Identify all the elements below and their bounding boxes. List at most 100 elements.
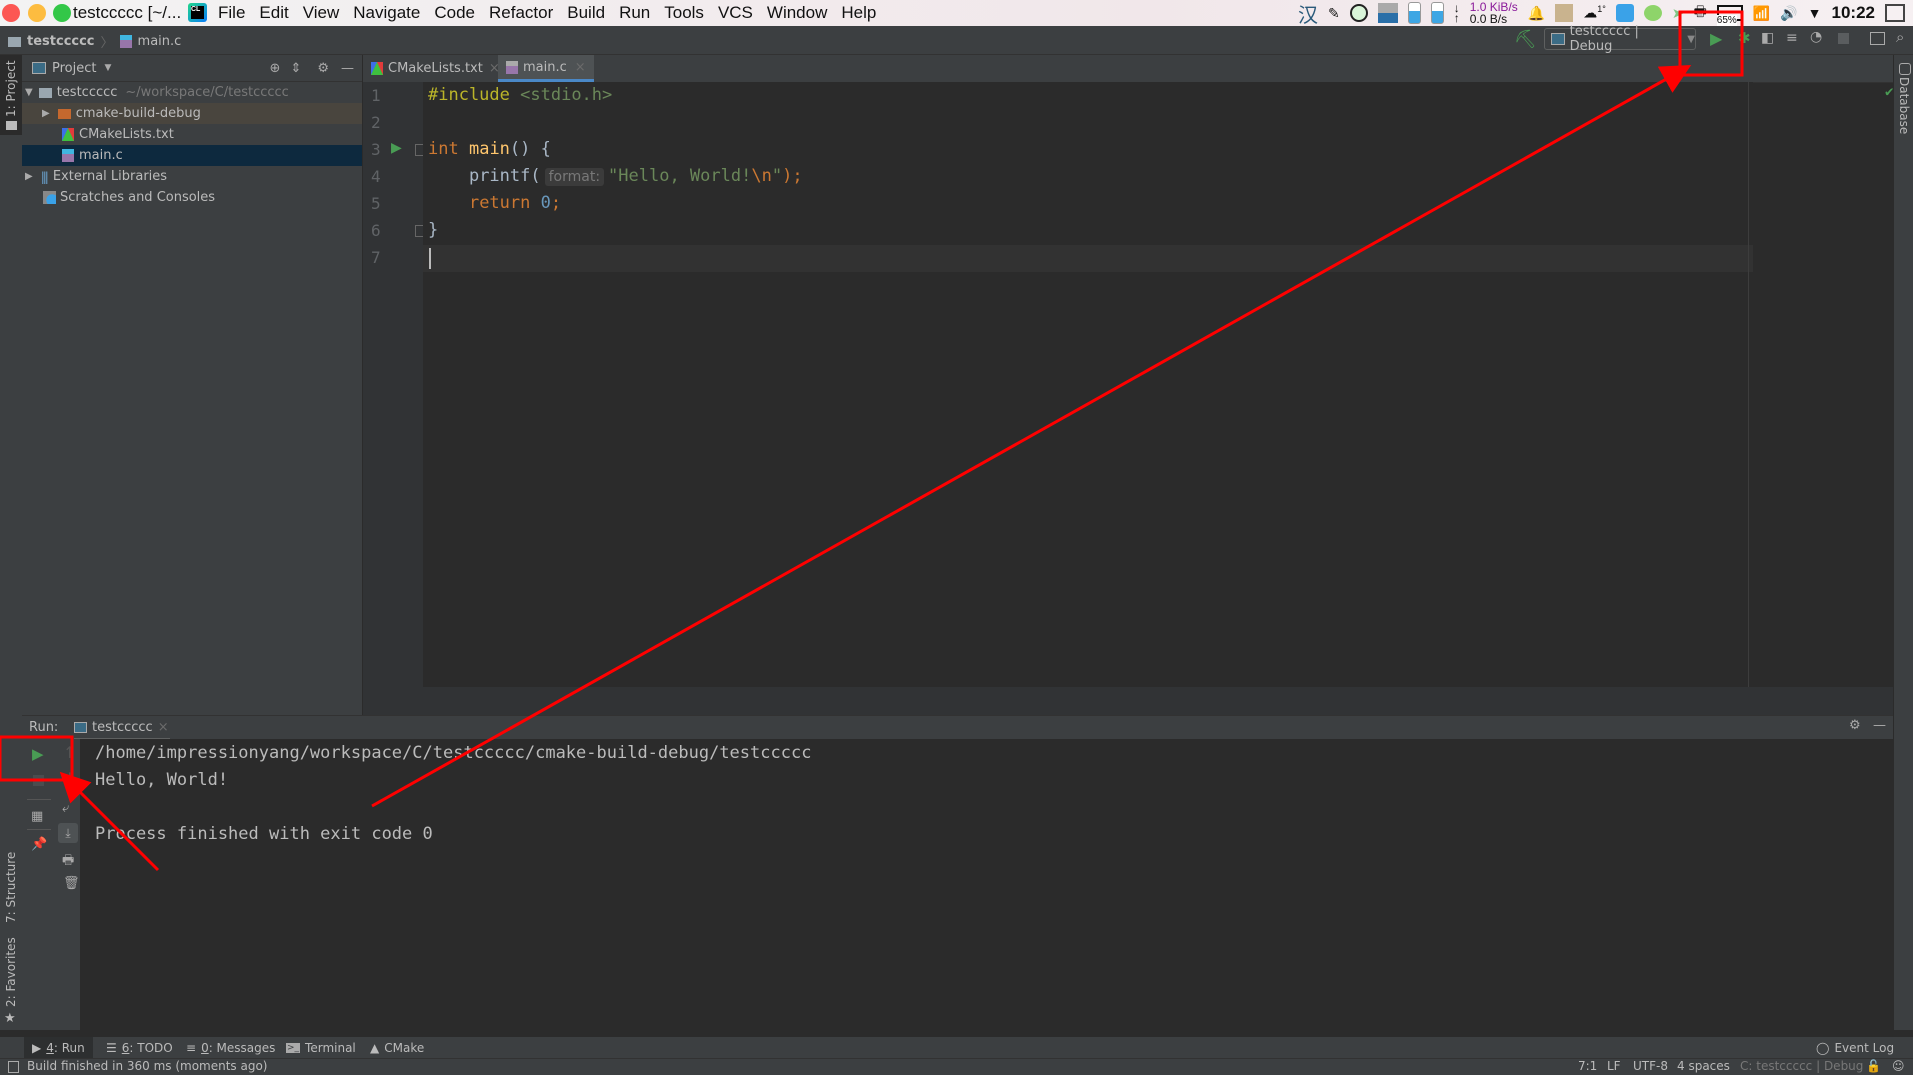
menu-refactor[interactable]: Refactor: [489, 3, 553, 23]
display-icon[interactable]: [1377, 3, 1398, 23]
resolve-context[interactable]: C: testccccc | Debug: [1740, 1059, 1863, 1073]
menu-tools[interactable]: Tools: [664, 3, 704, 23]
print-icon[interactable]: 🖶: [62, 851, 74, 873]
search-icon[interactable]: ⌕: [1896, 28, 1904, 46]
tree-item-cmake-build-debug[interactable]: ▶ cmake-build-debug: [22, 103, 362, 124]
debug-button[interactable]: ✱: [1738, 29, 1751, 47]
breadcrumb-file[interactable]: main.c: [138, 34, 182, 49]
run-gutter-icon[interactable]: ▶: [391, 140, 402, 156]
project-view-selector[interactable]: Project: [52, 61, 96, 76]
tray-dropdown-icon[interactable]: ▼: [1808, 5, 1822, 21]
indent-setting[interactable]: 4 spaces: [1677, 1059, 1730, 1073]
tool-tab-todo[interactable]: ☰ 6: TODO: [98, 1037, 181, 1059]
wechat-icon[interactable]: [1643, 5, 1662, 21]
tab-main-c[interactable]: main.c ×: [498, 55, 594, 82]
scroll-down-icon[interactable]: ↓: [63, 769, 76, 788]
run-with-coverage-button[interactable]: ◧: [1761, 30, 1774, 46]
color-picker-icon[interactable]: ✎: [1328, 5, 1340, 22]
hide-panel-icon[interactable]: —: [1873, 718, 1886, 733]
gear-icon[interactable]: ⚙: [317, 61, 329, 76]
stop-button[interactable]: [1838, 33, 1849, 44]
line-separator[interactable]: LF: [1607, 1059, 1621, 1073]
collapsed-arrow-icon[interactable]: ▶: [25, 171, 33, 182]
collapsed-arrow-icon[interactable]: ▶: [42, 108, 50, 119]
tool-tab-run[interactable]: ▶ 4: Run: [24, 1037, 93, 1059]
notes-icon[interactable]: [1555, 4, 1574, 22]
memory-gauge-icon[interactable]: [1407, 2, 1421, 24]
breadcrumb-project[interactable]: testccccc: [27, 34, 95, 49]
tree-item-scratches[interactable]: Scratches and Consoles: [22, 187, 362, 208]
maximize-window-button[interactable]: [53, 4, 71, 22]
battery-icon[interactable]: 65%: [1716, 5, 1743, 26]
trash-icon[interactable]: 🗑: [63, 876, 80, 891]
tree-item-external-libraries[interactable]: ▶ ||| External Libraries: [22, 166, 362, 187]
wifi-icon[interactable]: 📶: [1753, 5, 1770, 22]
lock-icon[interactable]: 🔓: [1866, 1059, 1881, 1073]
menu-help[interactable]: Help: [841, 3, 876, 23]
close-tab-icon[interactable]: ×: [575, 60, 586, 75]
toggle-tool-windows-icon[interactable]: [8, 1061, 19, 1073]
pin-tab-icon[interactable]: 📌: [31, 837, 47, 852]
menu-run[interactable]: Run: [619, 3, 650, 23]
tree-item-main-c[interactable]: main.c: [22, 145, 362, 166]
project-tool-button[interactable]: 1: Project: [0, 55, 22, 135]
scroll-up-icon[interactable]: ↑: [63, 743, 76, 762]
favorites-tool-button[interactable]: 2: Favorites ★: [0, 937, 22, 1030]
menu-code[interactable]: Code: [434, 3, 475, 23]
database-tool-button[interactable]: Database: [1894, 63, 1913, 143]
expanded-arrow-icon[interactable]: ▼: [25, 87, 33, 98]
scroll-to-end-icon[interactable]: ⤓: [58, 823, 78, 843]
profile-button[interactable]: ◔: [1810, 29, 1822, 45]
close-tab-icon[interactable]: ×: [158, 720, 169, 735]
tab-cmakelists[interactable]: CMakeLists.txt ×: [363, 55, 508, 82]
menu-vcs[interactable]: VCS: [718, 3, 753, 23]
run-button[interactable]: ▶: [1710, 29, 1722, 48]
build-hammer-icon[interactable]: ⛏: [1514, 29, 1537, 50]
hide-panel-icon[interactable]: —: [341, 61, 354, 76]
event-log-button[interactable]: ◯ Event Log: [1808, 1037, 1902, 1059]
alarm-bell-icon[interactable]: 🔔: [1528, 5, 1545, 22]
status-circle-icon[interactable]: [1349, 4, 1368, 22]
gear-icon[interactable]: ⚙: [1849, 718, 1861, 733]
desktop-icon[interactable]: [1885, 4, 1905, 22]
menu-edit[interactable]: Edit: [259, 3, 288, 23]
inspector-icon[interactable]: ☺: [1892, 1059, 1905, 1073]
chevron-down-icon[interactable]: ▼: [104, 63, 111, 73]
printer-icon[interactable]: 🖶: [1694, 1, 1707, 25]
tool-tab-cmake[interactable]: ▲ CMake: [362, 1037, 432, 1059]
clock[interactable]: 10:22: [1832, 3, 1875, 23]
menu-view[interactable]: View: [303, 3, 340, 23]
structure-tool-button[interactable]: 7: Structure: [0, 845, 22, 935]
rerun-button[interactable]: ▶: [32, 745, 44, 763]
tool-tab-messages[interactable]: ≡ 0: Messages: [178, 1037, 283, 1059]
run-with-valgrind-button[interactable]: ≡: [1786, 30, 1798, 46]
run-tab-testccccc[interactable]: testccccc ×: [74, 716, 170, 741]
tree-item-project-root[interactable]: ▼ testccccc ~/workspace/C/testccccc: [22, 82, 362, 103]
volume-icon[interactable]: 🔊: [1780, 5, 1797, 22]
status-message[interactable]: Build finished in 360 ms (moments ago): [27, 1059, 268, 1073]
menu-window[interactable]: Window: [767, 3, 827, 23]
messenger-icon[interactable]: [1615, 4, 1634, 22]
close-window-button[interactable]: [2, 4, 20, 22]
run-config-selector[interactable]: testccccc | Debug ▼: [1544, 24, 1696, 54]
menu-file[interactable]: File: [218, 3, 245, 23]
editor-gutter[interactable]: 1 2 3 ▶ 4 5 6 7: [363, 82, 425, 687]
restore-layout-icon[interactable]: ▦: [31, 809, 43, 824]
collapse-all-icon[interactable]: ⇕: [290, 61, 301, 76]
locate-file-icon[interactable]: ⊕: [270, 61, 281, 76]
swap-gauge-icon[interactable]: [1430, 2, 1444, 24]
tool-tab-terminal[interactable]: >_ Terminal: [278, 1037, 364, 1059]
paper-plane-icon[interactable]: ➤: [1672, 5, 1684, 22]
tree-item-cmakelists[interactable]: CMakeLists.txt: [22, 124, 362, 145]
run-console[interactable]: /home/impressionyang/workspace/C/testccc…: [80, 739, 1893, 1030]
file-encoding[interactable]: UTF-8: [1633, 1059, 1668, 1073]
stop-button[interactable]: [33, 775, 44, 786]
caret-position[interactable]: 7:1: [1578, 1059, 1597, 1073]
weather-icon[interactable]: ☁1°: [1583, 4, 1606, 22]
minimize-window-button[interactable]: [28, 4, 46, 22]
ime-indicator[interactable]: 汉: [1298, 0, 1318, 28]
code-editor[interactable]: #include <stdio.h> int main() { printf(f…: [423, 82, 1893, 687]
menu-build[interactable]: Build: [567, 3, 605, 23]
soft-wrap-icon[interactable]: ⤶: [62, 801, 69, 816]
project-structure-icon[interactable]: [1870, 32, 1885, 45]
